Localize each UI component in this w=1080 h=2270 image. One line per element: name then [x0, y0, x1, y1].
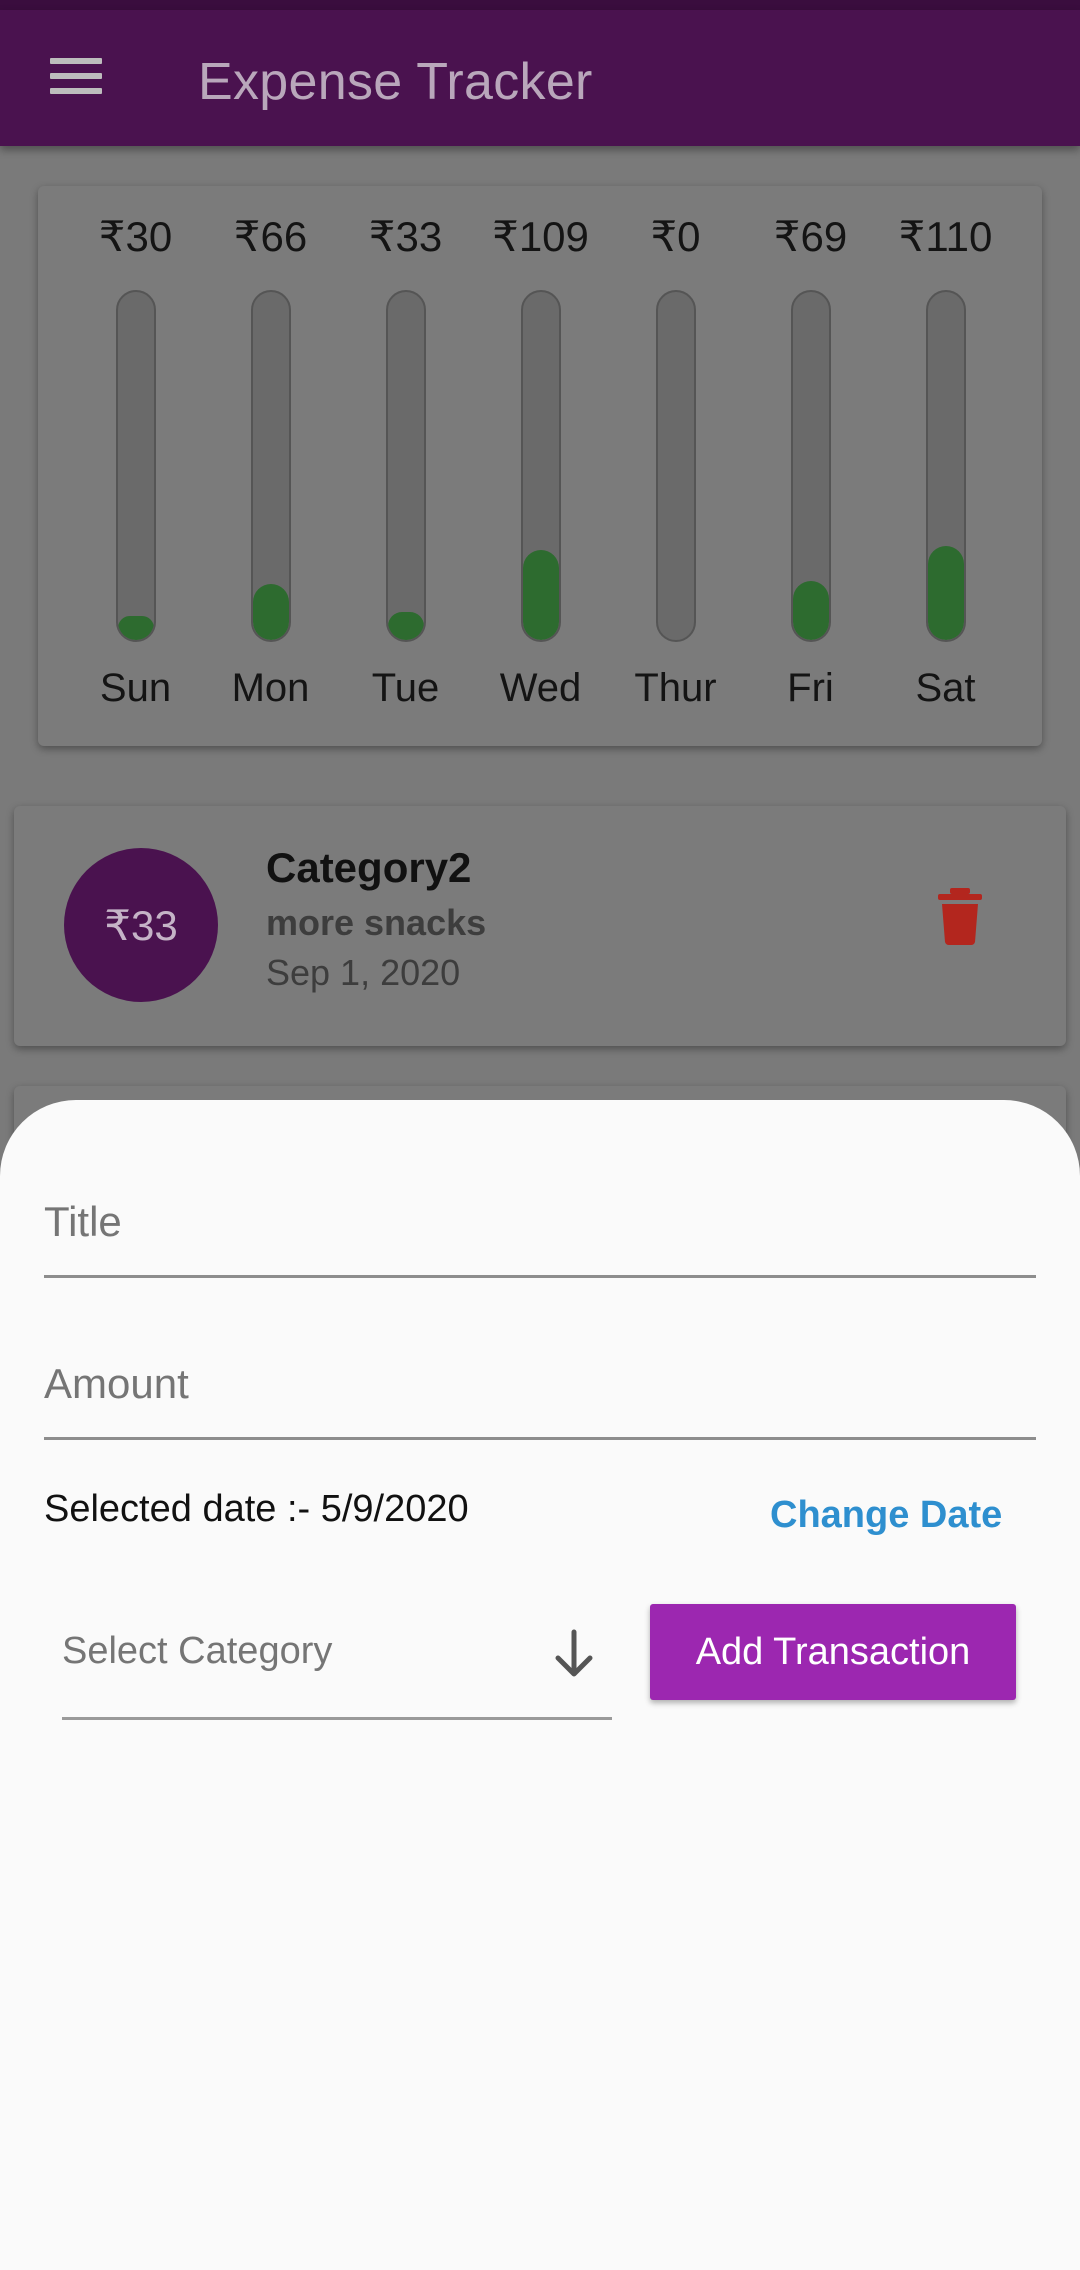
bar-column-fri: ₹69 Fri	[743, 186, 878, 746]
bar-amount-label: ₹0	[650, 213, 701, 260]
bar-fill	[523, 549, 559, 640]
bar-column-sat: ₹110 Sat	[878, 186, 1013, 746]
bar-fill	[928, 546, 964, 640]
bar-column-mon: ₹66 Mon	[203, 186, 338, 746]
bar-column-thur: ₹0 Thur	[608, 186, 743, 746]
bar-column-sun: ₹30 Sun	[68, 186, 203, 746]
arrow-down-icon	[555, 1629, 593, 1677]
bar-fill	[118, 615, 154, 640]
bar-fill	[793, 580, 829, 640]
bar-amount-label: ₹33	[368, 213, 443, 260]
bar-amount-label: ₹30	[98, 213, 173, 260]
bar-day-label: Tue	[371, 666, 440, 710]
bar-day-label: Mon	[231, 666, 310, 710]
amount-input[interactable]	[44, 1330, 1036, 1437]
bar-day-label: Wed	[499, 666, 582, 710]
title-input[interactable]	[44, 1168, 1036, 1275]
bar-day-label: Thur	[634, 666, 717, 710]
bar-track	[251, 290, 291, 642]
bar-track	[116, 290, 156, 642]
bar-day-label: Sat	[915, 666, 976, 710]
bar-fill	[388, 612, 424, 640]
transaction-subtitle: more snacks	[266, 902, 487, 943]
category-dropdown-value: Select Category	[62, 1630, 333, 1672]
app-bar: Expense Tracker	[0, 10, 1080, 146]
transaction-date: Sep 1, 2020	[266, 952, 461, 993]
hamburger-menu-icon[interactable]	[50, 56, 104, 96]
bar-fill	[253, 584, 289, 640]
bar-amount-label: ₹66	[233, 213, 308, 260]
amount-field[interactable]	[44, 1330, 1036, 1440]
weekly-chart-card: ₹30 Sun ₹66 Mon ₹33 Tue ₹109 Wed ₹0 Thur ₹69 Fri ₹11…	[38, 186, 1042, 746]
change-date-button[interactable]: Change Date	[770, 1494, 1002, 1537]
trash-icon[interactable]	[934, 886, 986, 946]
bar-track	[926, 290, 966, 642]
bar-amount-label: ₹110	[898, 213, 993, 260]
selected-date-text: Selected date :- 5/9/2020	[44, 1488, 469, 1530]
transaction-amount-avatar: ₹33	[64, 848, 218, 1002]
bar-track	[656, 290, 696, 642]
bar-amount-label: ₹69	[773, 213, 848, 260]
bar-day-label: Fri	[787, 666, 834, 710]
transaction-card[interactable]: ₹33 Category2 more snacks Sep 1, 2020	[14, 806, 1066, 1046]
bar-amount-label: ₹109	[492, 213, 589, 260]
category-dropdown[interactable]: Select Category	[62, 1610, 612, 1720]
title-field[interactable]	[44, 1168, 1036, 1278]
add-transaction-sheet: Selected date :- 5/9/2020 Change Date Se…	[0, 1100, 1080, 2270]
transaction-title: Category2	[266, 844, 472, 891]
add-transaction-button[interactable]: Add Transaction	[650, 1604, 1016, 1700]
bar-track	[791, 290, 831, 642]
bar-track	[386, 290, 426, 642]
bar-track	[521, 290, 561, 642]
bar-column-wed: ₹109 Wed	[473, 186, 608, 746]
app-title: Expense Tracker	[198, 53, 593, 111]
status-bar	[0, 0, 1080, 10]
bar-column-tue: ₹33 Tue	[338, 186, 473, 746]
bar-day-label: Sun	[99, 666, 172, 710]
